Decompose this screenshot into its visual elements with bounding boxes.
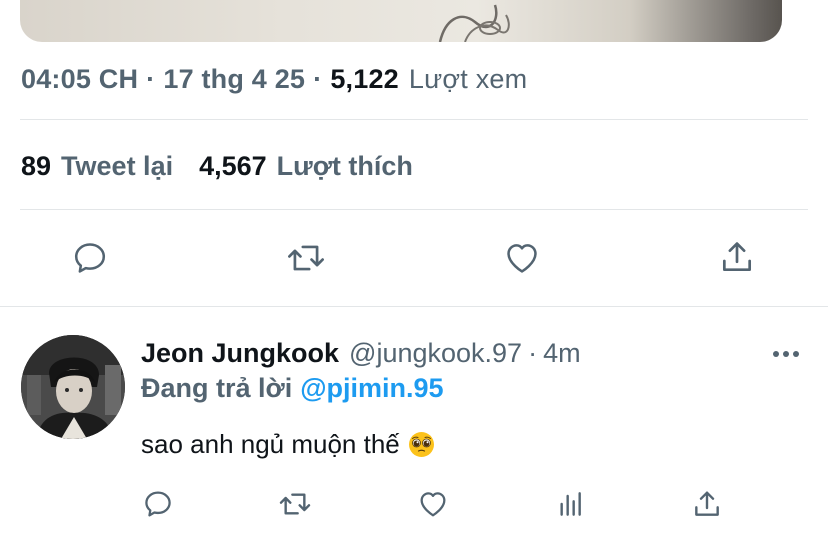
retweets-label[interactable]: Tweet lại bbox=[61, 151, 173, 182]
more-icon bbox=[773, 351, 799, 357]
reply-like-button[interactable] bbox=[415, 487, 451, 521]
share-button[interactable] bbox=[717, 236, 757, 278]
views-count[interactable]: 5,122 bbox=[330, 64, 399, 95]
author-handle[interactable]: @jungkook.97 bbox=[349, 338, 522, 369]
separator-dot: · bbox=[313, 63, 323, 94]
separator-dot: · bbox=[146, 63, 156, 94]
retweet-icon bbox=[288, 245, 324, 271]
reply-button[interactable] bbox=[70, 238, 110, 278]
reply-body: sao anh ngủ muộn thế bbox=[141, 428, 400, 459]
share-icon bbox=[695, 491, 719, 516]
replying-prefix: Đang trả lời bbox=[141, 372, 293, 403]
reply-retweet-button[interactable] bbox=[276, 487, 314, 521]
like-icon bbox=[420, 492, 446, 517]
retweet-icon bbox=[279, 493, 311, 515]
reply-time: 4m bbox=[543, 337, 581, 368]
retweet-button[interactable] bbox=[284, 238, 328, 278]
likes-count[interactable]: 4,567 bbox=[199, 151, 267, 182]
like-button[interactable] bbox=[501, 238, 543, 278]
tweet-stats: 89 Tweet lại 4,567 Lượt thích bbox=[21, 148, 413, 184]
separator-dot: · bbox=[528, 337, 538, 368]
likes-label[interactable]: Lượt thích bbox=[277, 151, 413, 182]
divider bbox=[20, 209, 808, 210]
reply-share-button[interactable] bbox=[690, 486, 724, 522]
analytics-icon bbox=[560, 492, 581, 516]
tweet-time: 04:05 CH bbox=[21, 63, 139, 94]
tweet-date: 17 thg 4 25 bbox=[163, 63, 306, 94]
reply-header: Jeon Jungkook @jungkook.97 · 4m bbox=[141, 336, 581, 370]
reply-analytics-button[interactable] bbox=[554, 487, 588, 521]
replying-mention-link[interactable]: @pjimin.95 bbox=[300, 373, 443, 404]
like-icon bbox=[507, 244, 537, 273]
reply-reply-button[interactable] bbox=[141, 487, 175, 521]
avatar[interactable] bbox=[21, 335, 125, 439]
reply-icon bbox=[74, 243, 106, 273]
divider bbox=[0, 306, 828, 307]
reply-text: sao anh ngủ muộn thế bbox=[141, 427, 435, 461]
retweets-count[interactable]: 89 bbox=[21, 151, 51, 182]
replying-to-line: Đang trả lời @pjimin.95 bbox=[141, 371, 444, 405]
tweet-media-image[interactable] bbox=[20, 0, 782, 42]
divider bbox=[20, 119, 808, 120]
more-options-button[interactable] bbox=[768, 340, 804, 368]
share-icon bbox=[722, 242, 752, 272]
pleading-face-emoji bbox=[408, 431, 435, 458]
views-label[interactable]: Lượt xem bbox=[409, 64, 527, 95]
reply-icon bbox=[145, 491, 171, 517]
author-name[interactable]: Jeon Jungkook bbox=[141, 338, 339, 369]
tweet-meta-line: 04:05 CH · 17 thg 4 25 · 5,122 Lượt xem bbox=[21, 62, 527, 96]
